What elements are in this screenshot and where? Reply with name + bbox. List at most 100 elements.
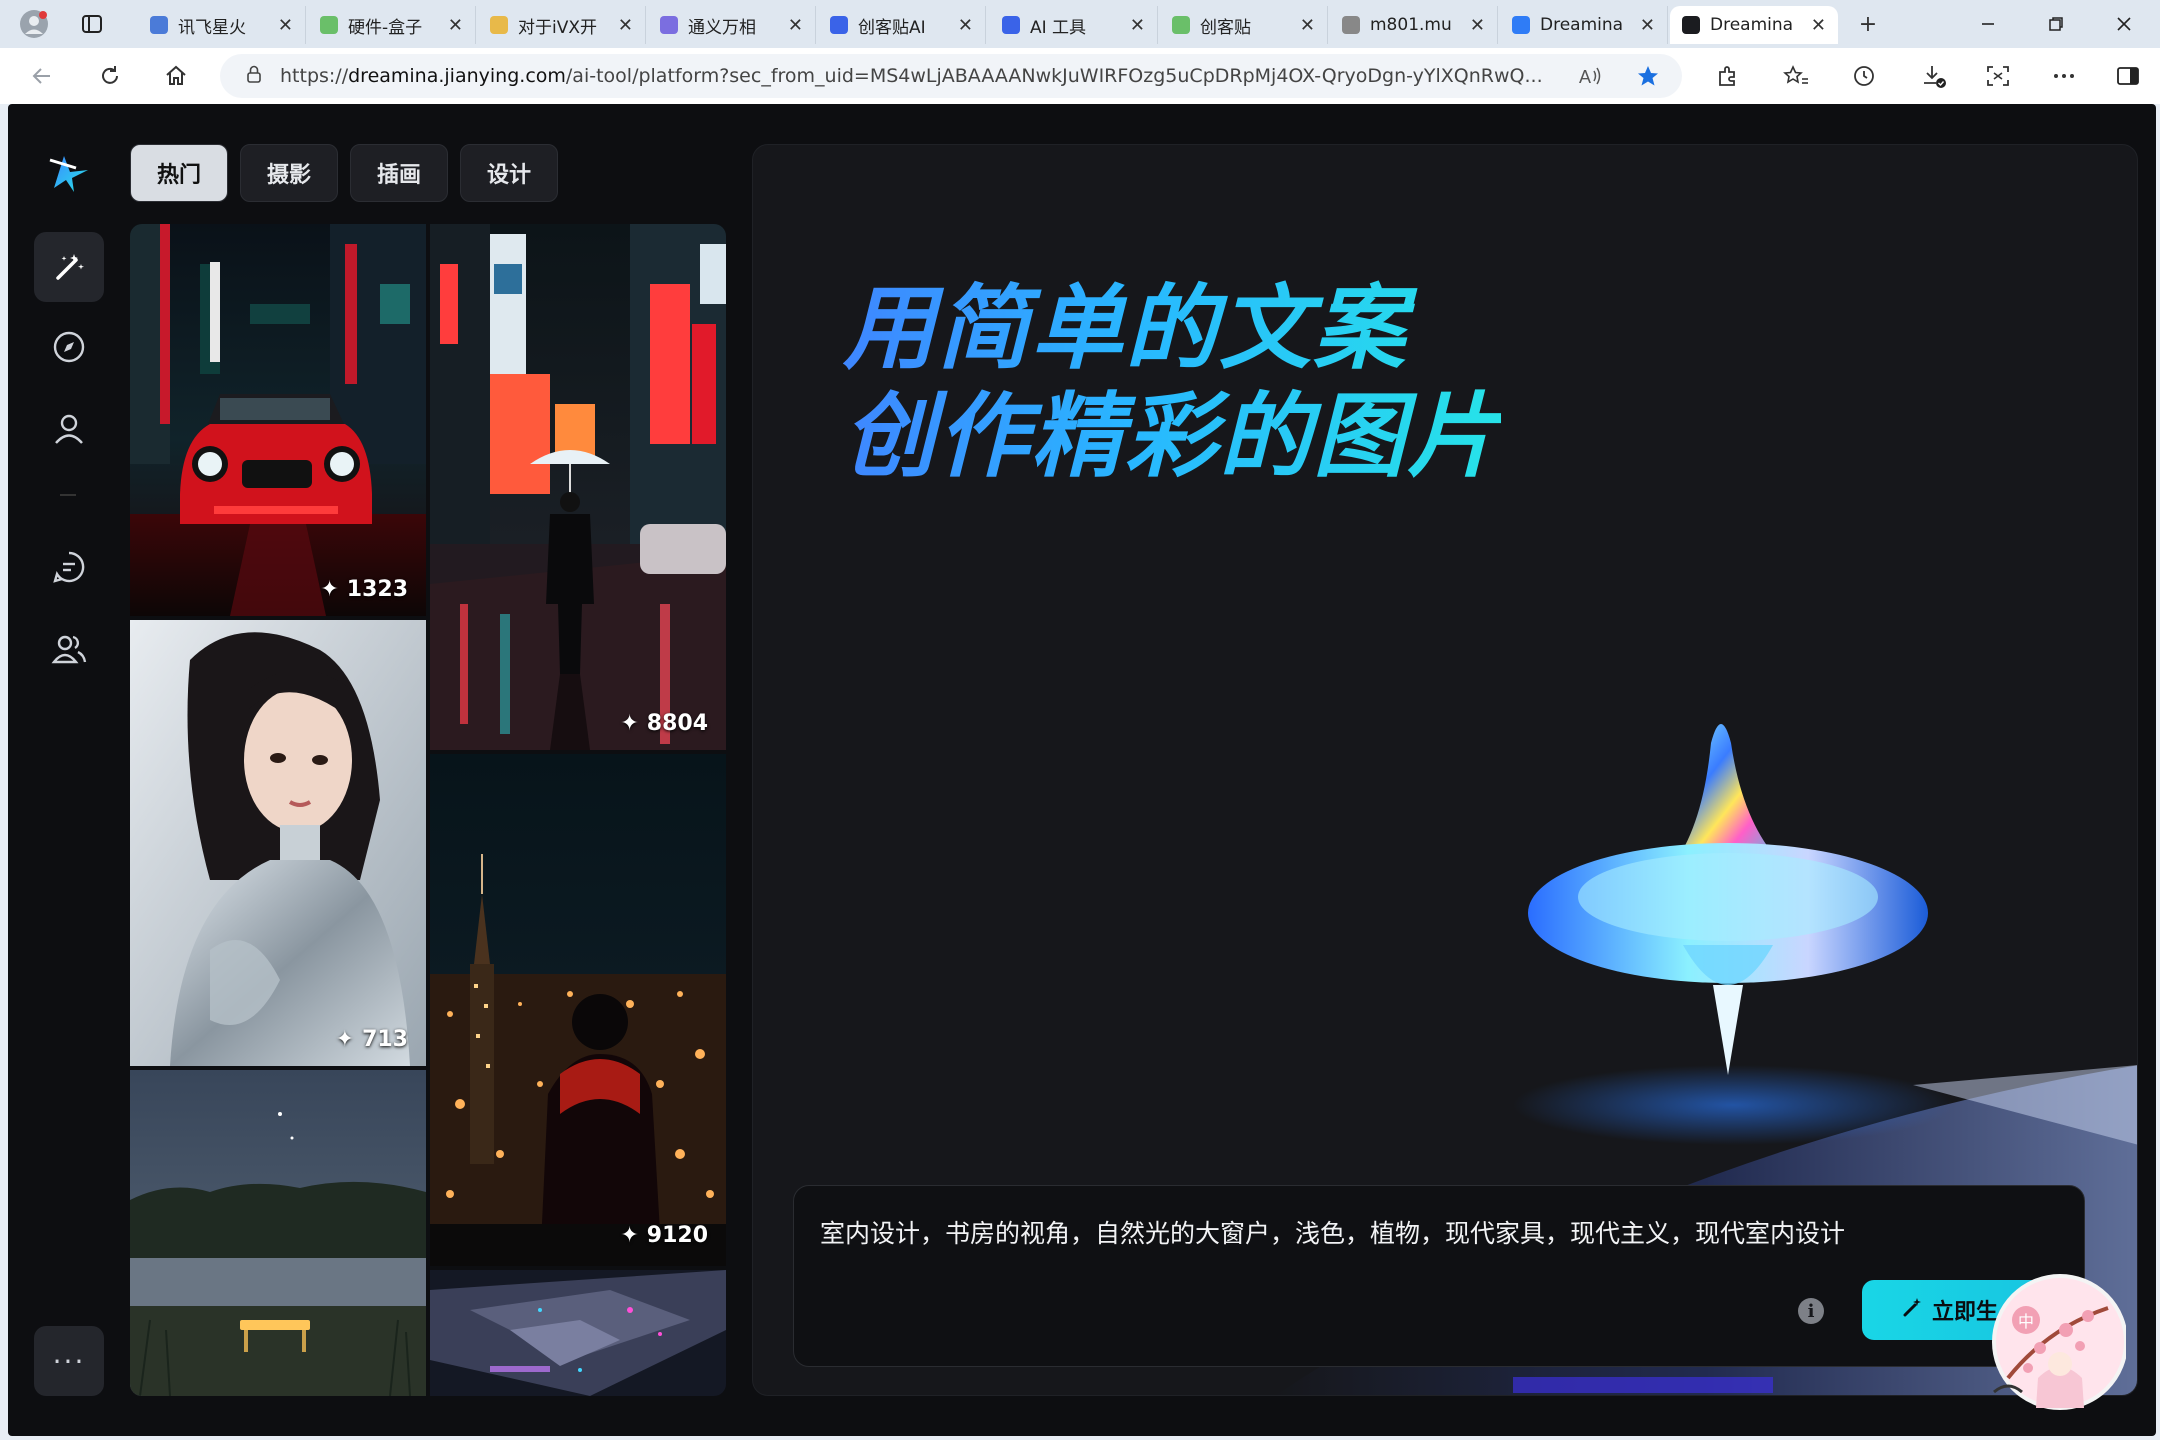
category-tabs: 热门 摄影 插画 设计 [130,144,559,202]
feedback-chat-icon[interactable] [34,532,104,602]
sidebar-toggle-icon[interactable] [2108,56,2148,96]
browser-tab[interactable]: 通义万相 ✕ [648,6,816,44]
browser-tab[interactable]: 创客贴 ✕ [1160,6,1328,44]
browser-tab[interactable]: Dreamina ✕ [1500,6,1668,44]
tab-title: m801.mu [1370,15,1452,35]
hero-panel: 用简单的文案 创作精彩的图片 室内设计，书房的视角，自然光的大窗户，浅色，植物，… [752,144,2138,1396]
gallery-item-rain-street[interactable]: ✦ 8804 [430,224,726,750]
gallery-like-count: ✦ 713 [336,1027,408,1052]
gallery-like-count: ✦ 9120 [620,1223,708,1248]
url-path: /ai-tool/platform?sec_from_uid=MS4wLjABA… [565,65,1543,87]
ime-language-indicator: 中 [2012,1306,2040,1334]
tab-favicon-icon [1682,16,1700,34]
tab-favicon-icon [660,16,678,34]
gallery-item-lake[interactable] [130,1070,426,1396]
tab-close-icon[interactable]: ✕ [448,15,463,36]
sparkle-icon: ✦ [320,577,339,602]
minimize-icon[interactable] [1958,0,2018,48]
read-aloud-icon[interactable]: A [1570,56,1610,96]
tab-favicon-icon [830,16,848,34]
generate-sparkle-icon [1902,1296,1924,1324]
tab-photography[interactable]: 摄影 [240,144,339,202]
browser-tab[interactable]: m801.mu ✕ [1330,6,1498,44]
home-icon[interactable] [156,56,196,96]
prompt-box[interactable]: 室内设计，书房的视角，自然光的大窗户，浅色，植物，现代家具，现代主义，现代室内设… [793,1185,2085,1367]
url-host: dreamina.jianying.com [348,65,566,87]
tab-title: 硬件-盒子 [348,17,423,38]
screenshot-icon[interactable] [1978,56,2018,96]
profile-user-icon[interactable] [34,394,104,464]
tab-close-icon[interactable]: ✕ [1300,15,1315,36]
restore-icon[interactable] [2026,0,2086,48]
address-bar: https://dreamina.jianying.com/ai-tool/pl… [0,48,2160,104]
profile-avatar[interactable] [14,4,54,44]
browser-tab[interactable]: AI 工具 ✕ [990,6,1158,44]
tab-close-icon[interactable]: ✕ [618,15,633,36]
count-value: 8804 [646,711,708,736]
sidebar-divider [60,494,76,496]
tab-close-icon[interactable]: ✕ [1470,15,1485,36]
count-value: 1323 [346,577,408,602]
tab-favicon-icon [1002,16,1020,34]
info-icon[interactable]: i [1798,1298,1824,1324]
favorites-icon[interactable] [1776,56,1816,96]
community-users-icon[interactable] [34,614,104,684]
tab-title: Dreamina [1710,15,1794,35]
gallery-item-portrait[interactable]: ✦ 713 [130,620,426,1066]
lock-icon [246,65,262,88]
inspiration-gallery: ✦ 1323 ✦ 8804 ✦ 713 ✦ 9120 [130,224,726,1396]
tab-favicon-icon [490,16,508,34]
tab-favicon-icon [150,16,168,34]
explore-compass-icon[interactable] [34,312,104,382]
new-tab-button[interactable]: + [1848,4,1888,44]
tab-illustration[interactable]: 插画 [350,144,449,202]
tab-close-icon[interactable]: ✕ [958,15,973,36]
downloads-icon[interactable] [1914,56,1954,96]
tab-favicon-icon [1512,16,1530,34]
back-icon[interactable] [22,56,62,96]
browser-tab[interactable]: 讯飞星火 ✕ [138,6,306,44]
refresh-icon[interactable] [90,56,130,96]
tab-close-icon[interactable]: ✕ [1640,15,1655,36]
sparkle-icon: ✦ [620,711,639,736]
extensions-icon[interactable] [1708,56,1748,96]
tab-actions-icon[interactable] [72,4,112,44]
gallery-item-car[interactable]: ✦ 1323 [130,224,426,616]
gallery-item-scifi[interactable] [430,1270,726,1396]
tab-title: AI 工具 [1030,17,1087,38]
dreamina-app: ··· 热门 摄影 插画 设计 ✦ 1323 ✦ 8804 ✦ 713 ✦ 91… [8,104,2156,1436]
history-icon[interactable] [1844,56,1884,96]
tab-title: 通义万相 [688,17,756,38]
browser-tab[interactable]: 硬件-盒子 ✕ [308,6,476,44]
more-menu-button[interactable]: ··· [34,1326,104,1396]
sparkle-icon: ✦ [620,1223,639,1248]
tab-favicon-icon [1342,16,1360,34]
tab-title: 对于iVX开 [518,17,597,38]
prompt-input[interactable]: 室内设计，书房的视角，自然光的大窗户，浅色，植物，现代家具，现代主义，现代室内设… [820,1214,1845,1250]
tab-close-icon[interactable]: ✕ [1130,15,1145,36]
gallery-like-count: ✦ 1323 [320,577,408,602]
tab-favicon-icon [1172,16,1190,34]
browser-tab[interactable]: 创客贴AI ✕ [818,6,986,44]
gallery-item-city-night[interactable]: ✦ 9120 [430,754,726,1266]
tab-hot[interactable]: 热门 [130,144,229,202]
url-scheme: https:// [280,65,349,87]
tab-close-icon[interactable]: ✕ [1811,15,1826,36]
tab-title: Dreamina [1540,15,1624,35]
close-window-icon[interactable] [2094,0,2154,48]
tab-close-icon[interactable]: ✕ [788,15,803,36]
dreamina-logo[interactable] [46,148,92,194]
tab-title: 讯飞星火 [178,17,246,38]
gallery-like-count: ✦ 8804 [620,711,708,736]
browser-tab[interactable]: Dreamina ✕ [1670,6,1838,44]
favorite-star-icon[interactable] [1628,56,1668,96]
tab-design[interactable]: 设计 [460,144,559,202]
settings-more-icon[interactable] [2044,56,2084,96]
url-field[interactable]: https://dreamina.jianying.com/ai-tool/pl… [220,54,1682,98]
count-value: 713 [362,1027,408,1052]
tab-close-icon[interactable]: ✕ [278,15,293,36]
ai-image-wand-icon[interactable] [34,232,104,302]
browser-tab[interactable]: 对于iVX开 ✕ [478,6,646,44]
ime-floating-widget[interactable]: 中 [1988,1268,2128,1418]
tab-title: 创客贴AI [858,17,926,38]
